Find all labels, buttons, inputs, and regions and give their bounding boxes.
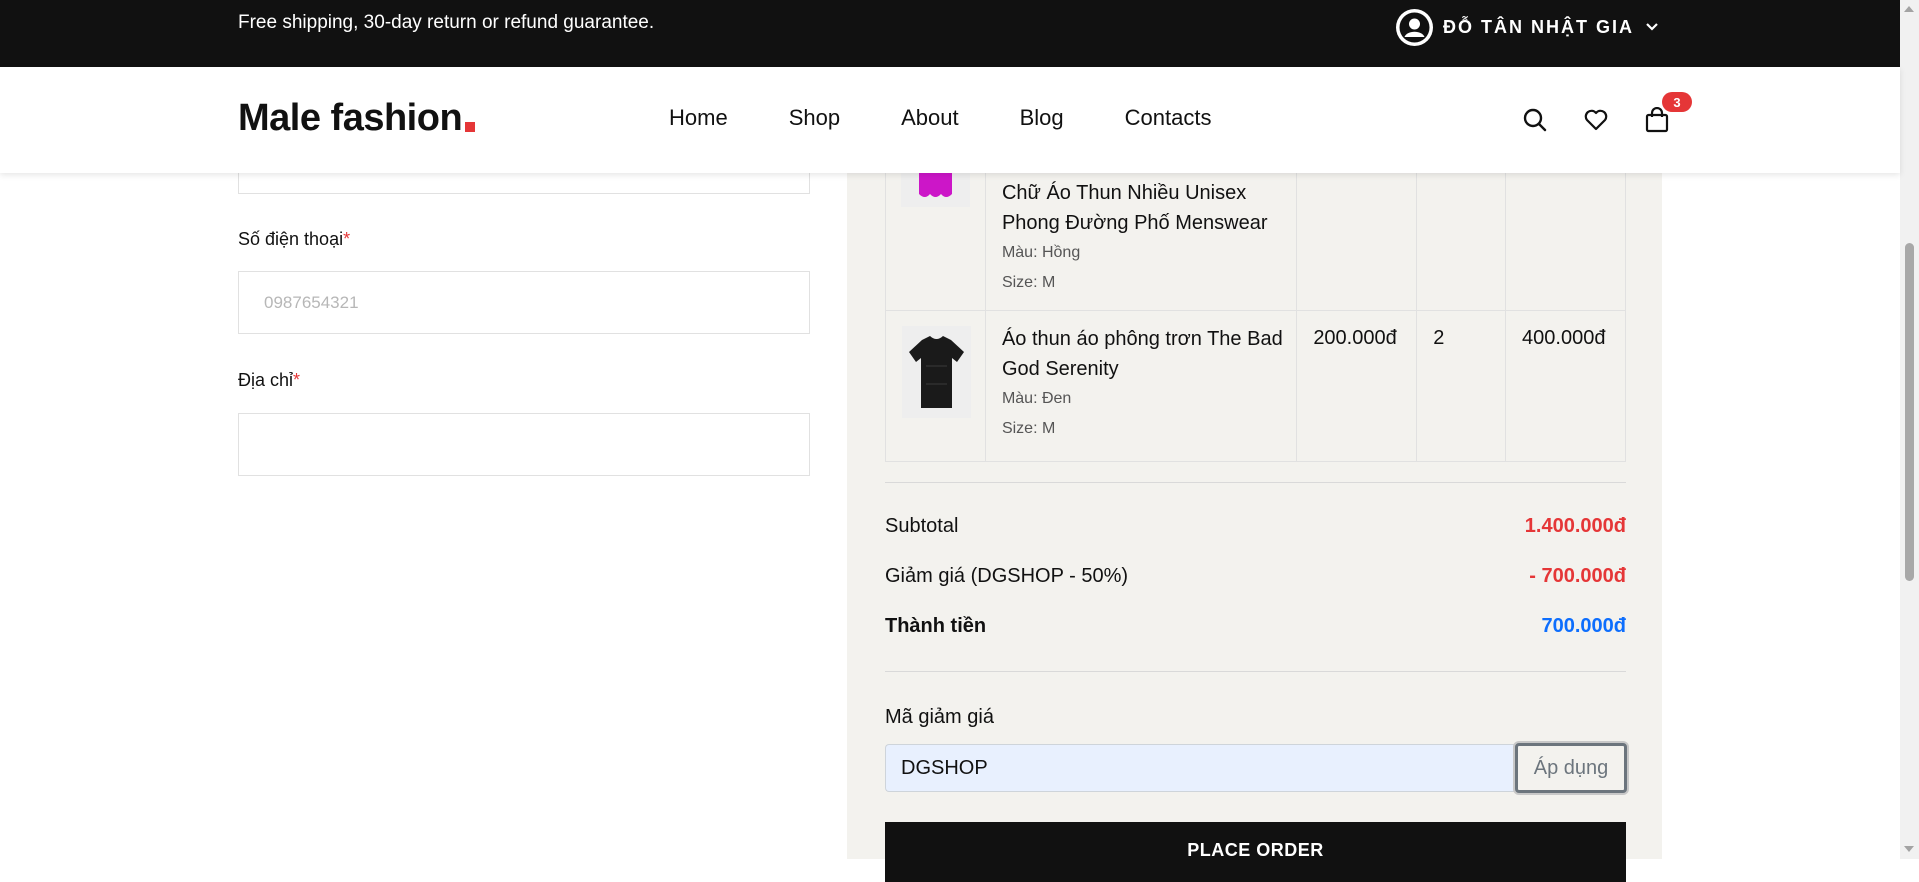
product-color: Màu: Đen [1001,390,1072,407]
divider [885,482,1626,483]
apply-coupon-button[interactable]: Áp dụng [1515,743,1627,793]
scroll-up-arrow[interactable] [1904,6,1914,12]
logo-dot [465,122,476,132]
total-row: Thành tiền 700.000đ [885,615,1626,638]
shopping-bag-icon [1645,106,1669,133]
nav-shop[interactable]: Shop [789,105,840,131]
nav-home[interactable]: Home [669,105,728,131]
cart-count-badge: 3 [1662,92,1692,112]
product-size: Size: M [1001,420,1056,437]
order-items-table: Chữ Áo Thun Nhiều Unisex Phong Đường Phố… [885,150,1626,462]
page-scrollbar[interactable] [1900,0,1919,859]
account-name: ĐỖ TÂN NHẬT GIA [1443,16,1634,37]
total-label: Thành tiền [885,615,987,637]
product-quantity: 2 [1433,327,1445,349]
subtotal-row: Subtotal 1.400.000đ [885,515,1626,538]
subtotal-label: Subtotal [885,515,959,537]
heart-icon[interactable] [1583,107,1609,133]
coupon-input[interactable] [885,744,1515,792]
product-name[interactable]: Áo thun áo phông trơn The Bad God Sereni… [987,312,1295,384]
coupon-label: Mã giảm giá [885,706,994,728]
search-icon[interactable] [1522,107,1548,133]
phone-label: Số điện thoại* [238,229,351,249]
nav-blog[interactable]: Blog [1020,105,1064,131]
product-total: 400.000đ [1522,327,1606,349]
site-header: Male fashion Home Shop About Blog Contac… [0,67,1900,173]
user-avatar-icon [1396,8,1433,46]
main-nav: Home Shop About Blog Contacts [669,105,1271,131]
discount-label: Giảm giá (DGSHOP - 50%) [885,565,1129,587]
shipping-notice: Free shipping, 30-day return or refund g… [238,12,655,33]
account-menu[interactable]: ĐỖ TÂN NHẬT GIA [1396,8,1660,46]
table-row: Chữ Áo Thun Nhiều Unisex Phong Đường Phố… [885,150,1626,311]
top-bar: Free shipping, 30-day return or refund g… [0,0,1900,67]
header-icons: 3 [1522,92,1692,133]
product-image[interactable] [902,326,971,418]
discount-row: Giảm giá (DGSHOP - 50%) - 700.000đ [885,565,1626,588]
nav-contacts[interactable]: Contacts [1125,105,1212,131]
site-logo[interactable]: Male fashion [238,97,476,140]
product-price: 200.000đ [1313,327,1397,349]
nav-about[interactable]: About [901,105,959,131]
discount-value: - 700.000đ [1529,565,1626,587]
subtotal-value: 1.400.000đ [1524,515,1626,537]
address-label: Địa chỉ* [238,370,301,390]
chevron-down-icon [1646,23,1658,31]
logo-text: Male fashion [238,97,463,139]
place-order-button[interactable]: PLACE ORDER [885,822,1626,882]
address-input[interactable] [238,413,810,476]
cart-button[interactable]: 3 [1644,92,1692,133]
total-value: 700.000đ [1541,615,1626,637]
product-color: Màu: Hồng [1001,244,1081,261]
scroll-thumb[interactable] [1905,243,1914,581]
phone-input[interactable] [238,271,810,334]
product-size: Size: M [1001,274,1056,291]
divider [885,671,1626,672]
product-image-cell [885,310,986,462]
table-row: Áo thun áo phông trơn The Bad God Sereni… [885,310,1626,462]
scroll-down-arrow[interactable] [1904,846,1914,852]
